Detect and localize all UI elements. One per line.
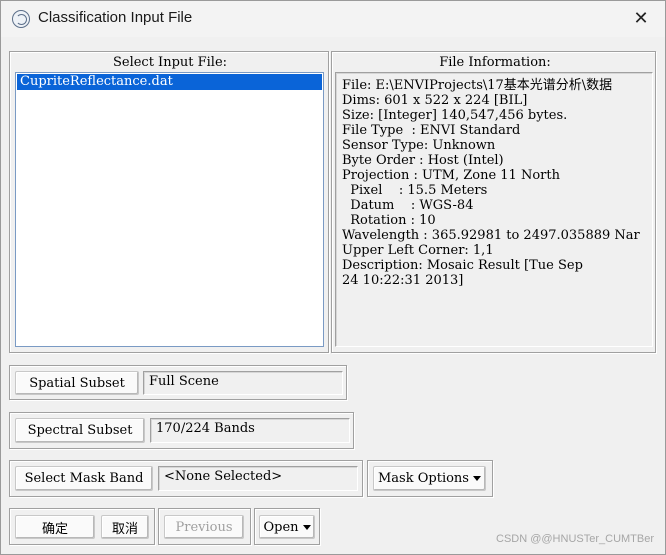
file-info-line: Dims: 601 x 522 x 224 [BIL]: [342, 93, 528, 108]
file-info-line: Wavelength : 365.92981 to 2497.035889 Na…: [342, 228, 640, 243]
file-info-line: Pixel : 15.5 Meters: [342, 183, 488, 198]
file-information-title: File Information:: [439, 55, 551, 70]
open-button[interactable]: Open: [259, 515, 315, 539]
file-information-text: File: E:\ENVIProjects\17基本光谱分析\数据 Dims: …: [335, 72, 653, 347]
spatial-subset-value: Full Scene: [143, 371, 343, 395]
select-mask-band-button[interactable]: Select Mask Band: [15, 466, 153, 491]
spectral-subset-button[interactable]: Spectral Subset: [15, 418, 145, 443]
file-info-line: Rotation : 10: [342, 213, 436, 228]
file-info-line: Description: Mosaic Result [Tue Sep: [342, 258, 583, 273]
window-title: Classification Input File: [38, 9, 193, 26]
file-info-line: Datum : WGS-84: [342, 198, 474, 213]
select-input-file-title: Select Input File:: [112, 55, 228, 70]
mask-options-button[interactable]: Mask Options: [373, 466, 486, 491]
ok-button[interactable]: 确定: [15, 515, 95, 539]
mask-band-value: <None Selected>: [158, 466, 358, 491]
open-label: Open: [263, 519, 299, 535]
file-info-line: 24 10:22:31 2013]: [342, 273, 464, 288]
dropdown-arrow-icon: [472, 476, 481, 481]
list-item[interactable]: CupriteReflectance.dat: [17, 74, 322, 90]
envi-app-icon: [12, 10, 30, 28]
previous-button[interactable]: Previous: [164, 515, 244, 539]
file-info-line: File Type : ENVI Standard: [342, 123, 521, 138]
file-info-line: File: E:\ENVIProjects\17基本光谱分析\数据: [342, 78, 613, 93]
cancel-button[interactable]: 取消: [101, 515, 149, 539]
spatial-subset-button[interactable]: Spatial Subset: [15, 371, 139, 395]
watermark: CSDN @@HNUSTer_CUMTBer: [496, 533, 655, 545]
file-info-line: Sensor Type: Unknown: [342, 138, 496, 153]
spectral-subset-value: 170/224 Bands: [150, 418, 350, 443]
input-file-list[interactable]: CupriteReflectance.dat: [15, 72, 324, 347]
dropdown-arrow-icon: [302, 524, 311, 530]
file-info-line: Upper Left Corner: 1,1: [342, 243, 494, 258]
file-info-line: Projection : UTM, Zone 11 North: [342, 168, 560, 183]
file-info-line: Size: [Integer] 140,547,456 bytes.: [342, 108, 568, 123]
mask-options-label: Mask Options: [378, 471, 469, 486]
close-button[interactable]: ✕: [624, 6, 658, 32]
file-info-line: Byte Order : Host (Intel): [342, 153, 504, 168]
